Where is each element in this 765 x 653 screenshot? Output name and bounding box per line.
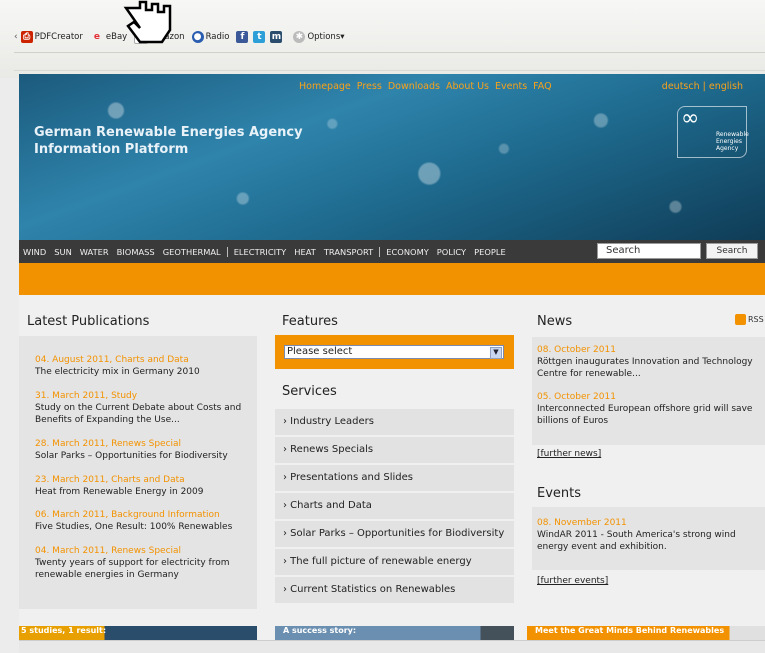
- search-button[interactable]: Search: [706, 243, 758, 259]
- nav-homepage[interactable]: Homepage: [299, 81, 351, 92]
- nav-about-us[interactable]: About Us: [446, 81, 489, 92]
- chevron-left-icon[interactable]: ‹: [14, 32, 18, 42]
- nav-biomass[interactable]: BIOMASS: [113, 247, 159, 257]
- twitter-icon[interactable]: t: [253, 31, 266, 43]
- top-nav: Homepage Press Downloads About Us Events…: [299, 81, 552, 92]
- service-charts-data[interactable]: › Charts and Data: [275, 493, 514, 519]
- service-renews-specials[interactable]: › Renews Specials: [275, 437, 514, 463]
- service-presentations[interactable]: › Presentations and Slides: [275, 465, 514, 491]
- nav-sun[interactable]: SUN: [50, 247, 76, 257]
- facebook-icon[interactable]: f: [236, 31, 249, 43]
- service-solar-parks[interactable]: › Solar Parks – Opportunities for Biodiv…: [275, 521, 514, 547]
- list-item[interactable]: 23. March 2011, Charts and Data Heat from…: [35, 474, 250, 498]
- rss-icon: [735, 314, 746, 325]
- agency-logo[interactable]: ∞ Renewable Energies Agency: [677, 106, 749, 158]
- further-news-link[interactable]: [further news]: [537, 449, 601, 459]
- ebay-icon: e: [93, 32, 100, 42]
- myspace-icon[interactable]: m: [270, 31, 283, 43]
- list-item[interactable]: 04. March 2011, Renews Special Twenty yea…: [35, 545, 250, 581]
- web-page: Homepage Press Downloads About Us Events…: [19, 74, 765, 653]
- further-events-link[interactable]: [further events]: [537, 576, 608, 586]
- nav-electricity[interactable]: ELECTRICITY: [230, 247, 291, 257]
- list-item[interactable]: 05. October 2011 Interconnected European …: [537, 391, 762, 427]
- options-menu[interactable]: ✱ Options ▾: [293, 31, 345, 43]
- language-switch[interactable]: deutsch | english: [662, 81, 743, 92]
- list-item[interactable]: 06. March 2011, Background Information Fi…: [35, 509, 250, 533]
- nav-transport[interactable]: TRANSPORT: [320, 247, 377, 257]
- header-banner: Homepage Press Downloads About Us Events…: [19, 74, 765, 240]
- infinity-logo-icon: ∞: [681, 106, 700, 131]
- nav-downloads[interactable]: Downloads: [388, 81, 440, 92]
- events-heading: Events: [537, 486, 582, 501]
- list-item[interactable]: 28. March 2011, Renews Special Solar Park…: [35, 438, 250, 462]
- services-heading: Services: [282, 384, 337, 399]
- chevron-down-icon[interactable]: ▼: [490, 347, 502, 359]
- browser-toolbar: ‹ ⎙PDFCreator eeBay aAmazon ●Radio f t m…: [0, 0, 765, 78]
- rss-link[interactable]: RSS: [735, 314, 764, 325]
- publications-heading: Latest Publications: [27, 314, 150, 329]
- news-heading: News: [537, 314, 573, 329]
- features-select[interactable]: Please select ▼: [284, 345, 504, 359]
- nav-press[interactable]: Press: [357, 81, 382, 92]
- list-item[interactable]: 31. March 2011, Study Study on the Curren…: [35, 390, 250, 426]
- toolbar-divider: [14, 52, 765, 53]
- nav-events[interactable]: Events: [495, 81, 527, 92]
- bookmarks-bar: ‹ ⎙PDFCreator eeBay aAmazon ●Radio f t m…: [14, 27, 349, 47]
- main-nav: WIND SUN WATER BIOMASS GEOTHERMAL ELECTR…: [19, 240, 765, 263]
- nav-heat[interactable]: HEAT: [290, 247, 320, 257]
- pdf-icon: ⎙: [20, 31, 33, 43]
- list-item[interactable]: 08. November 2011 WindAR 2011 - South Ame…: [537, 517, 762, 553]
- list-item[interactable]: 04. August 2011, Charts and Data The elec…: [35, 354, 250, 378]
- nav-faq[interactable]: FAQ: [533, 81, 551, 92]
- list-item[interactable]: 08. October 2011 Röttgen inaugurates Inno…: [537, 344, 762, 380]
- page-footer-strip: [19, 640, 765, 653]
- nav-people[interactable]: PEOPLE: [470, 247, 510, 257]
- gear-icon: ✱: [293, 31, 306, 43]
- site-title[interactable]: German Renewable Energies Agency Informa…: [34, 124, 303, 158]
- orange-band: [19, 263, 765, 295]
- bookmark-radio[interactable]: ● Radio: [191, 31, 229, 43]
- nav-policy[interactable]: POLICY: [433, 247, 470, 257]
- service-statistics[interactable]: › Current Statistics on Renewables: [275, 577, 514, 603]
- toolbar-divider: [14, 70, 765, 71]
- nav-water[interactable]: WATER: [76, 247, 113, 257]
- service-industry-leaders[interactable]: › Industry Leaders: [275, 409, 514, 435]
- features-heading: Features: [282, 314, 338, 329]
- radio-icon: ●: [191, 31, 204, 43]
- nav-geothermal[interactable]: GEOTHERMAL: [159, 247, 225, 257]
- search-input[interactable]: Search: [597, 243, 701, 259]
- teaser-great-minds[interactable]: Meet the Great Minds Behind Renewables: [527, 626, 765, 640]
- nav-wind[interactable]: WIND: [19, 247, 50, 257]
- nav-economy[interactable]: ECONOMY: [382, 247, 433, 257]
- bookmark-pdfcreator[interactable]: ⎙ PDFCreator: [20, 31, 83, 43]
- service-full-picture[interactable]: › The full picture of renewable energy: [275, 549, 514, 575]
- teaser-success-story[interactable]: A success story:: [275, 626, 514, 640]
- features-select-panel: Please select ▼: [275, 335, 514, 369]
- teaser-studies[interactable]: 5 studies, 1 result:: [19, 626, 257, 640]
- hand-cursor-icon: [123, 0, 172, 44]
